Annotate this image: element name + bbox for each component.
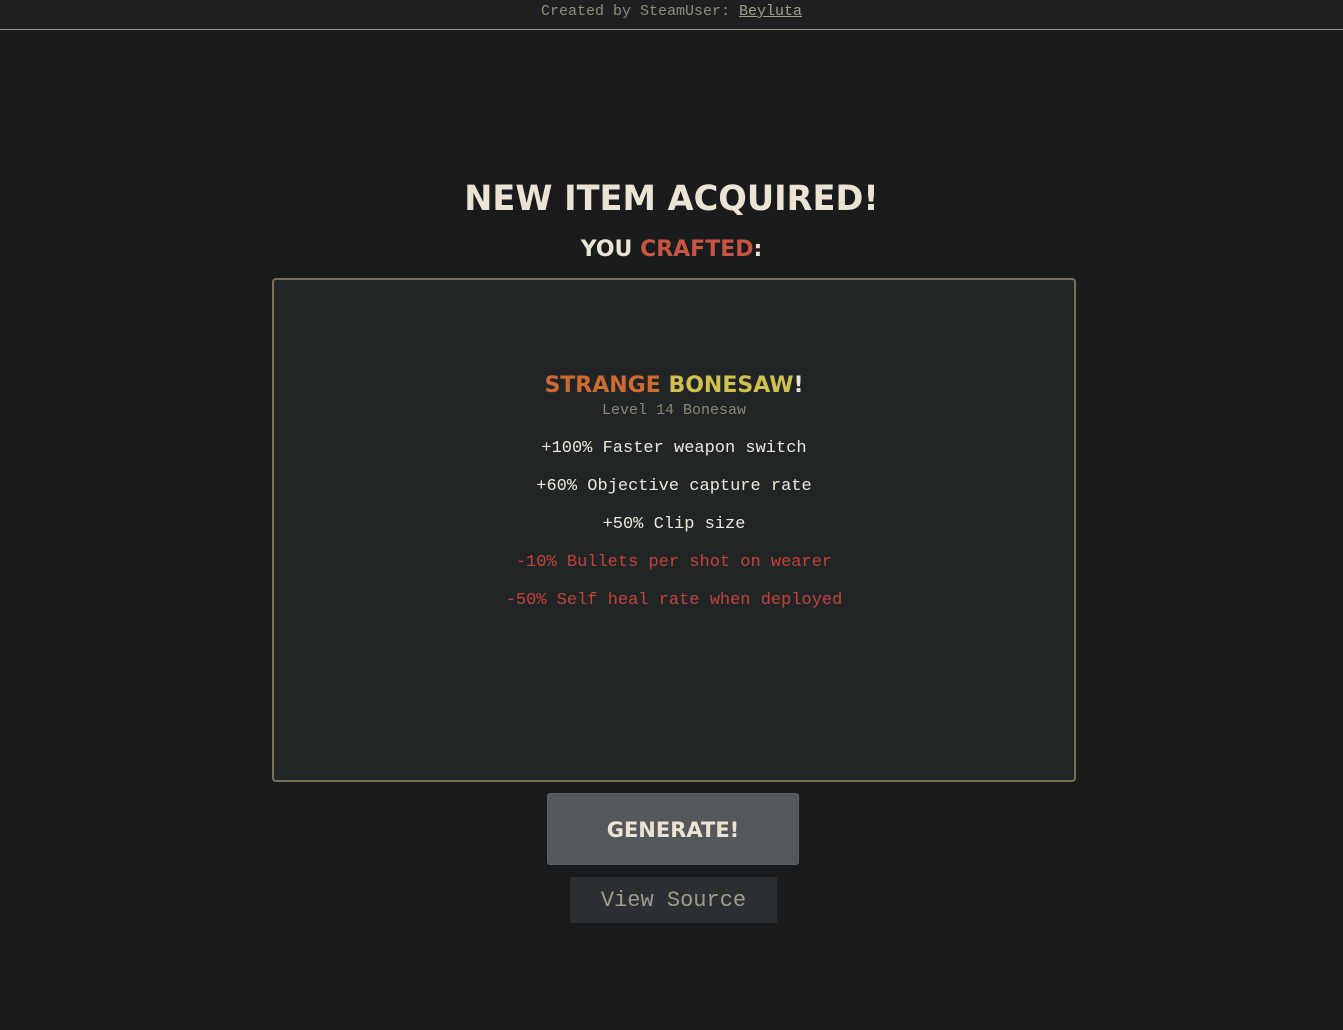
- item-weapon: Bonesaw: [668, 373, 794, 398]
- view-source-button[interactable]: View Source: [570, 877, 777, 923]
- item-exclaim: !: [793, 373, 804, 398]
- item-quality: Strange: [544, 373, 661, 398]
- generate-button[interactable]: Generate!: [547, 793, 799, 865]
- item-name: Strange Bonesaw!: [274, 371, 1074, 401]
- item-attribute: +50% Clip size: [602, 515, 746, 534]
- acquired-subtitle: You Crafted:: [0, 235, 1343, 265]
- credit-bar: Created by SteamUser: Beyluta: [0, 0, 1343, 30]
- author-link[interactable]: Beyluta: [739, 3, 802, 20]
- subtitle-suffix: :: [753, 237, 763, 262]
- acquire-method: Crafted: [640, 237, 754, 262]
- item-card: Strange Bonesaw! Level 14 Bonesaw +100% …: [272, 278, 1076, 782]
- item-attribute: -50% Self heal rate when deployed: [505, 591, 843, 610]
- item-attribute: +100% Faster weapon switch: [541, 439, 807, 458]
- credit-prefix: Created by SteamUser:: [540, 3, 740, 20]
- item-level: Level 14 Bonesaw: [601, 402, 747, 419]
- page-title: New Item Acquired!: [464, 179, 879, 219]
- item-attribute: +60% Objective capture rate: [536, 477, 812, 496]
- subtitle-prefix: You: [580, 237, 641, 262]
- item-attribute: -10% Bullets per shot on wearer: [515, 553, 833, 572]
